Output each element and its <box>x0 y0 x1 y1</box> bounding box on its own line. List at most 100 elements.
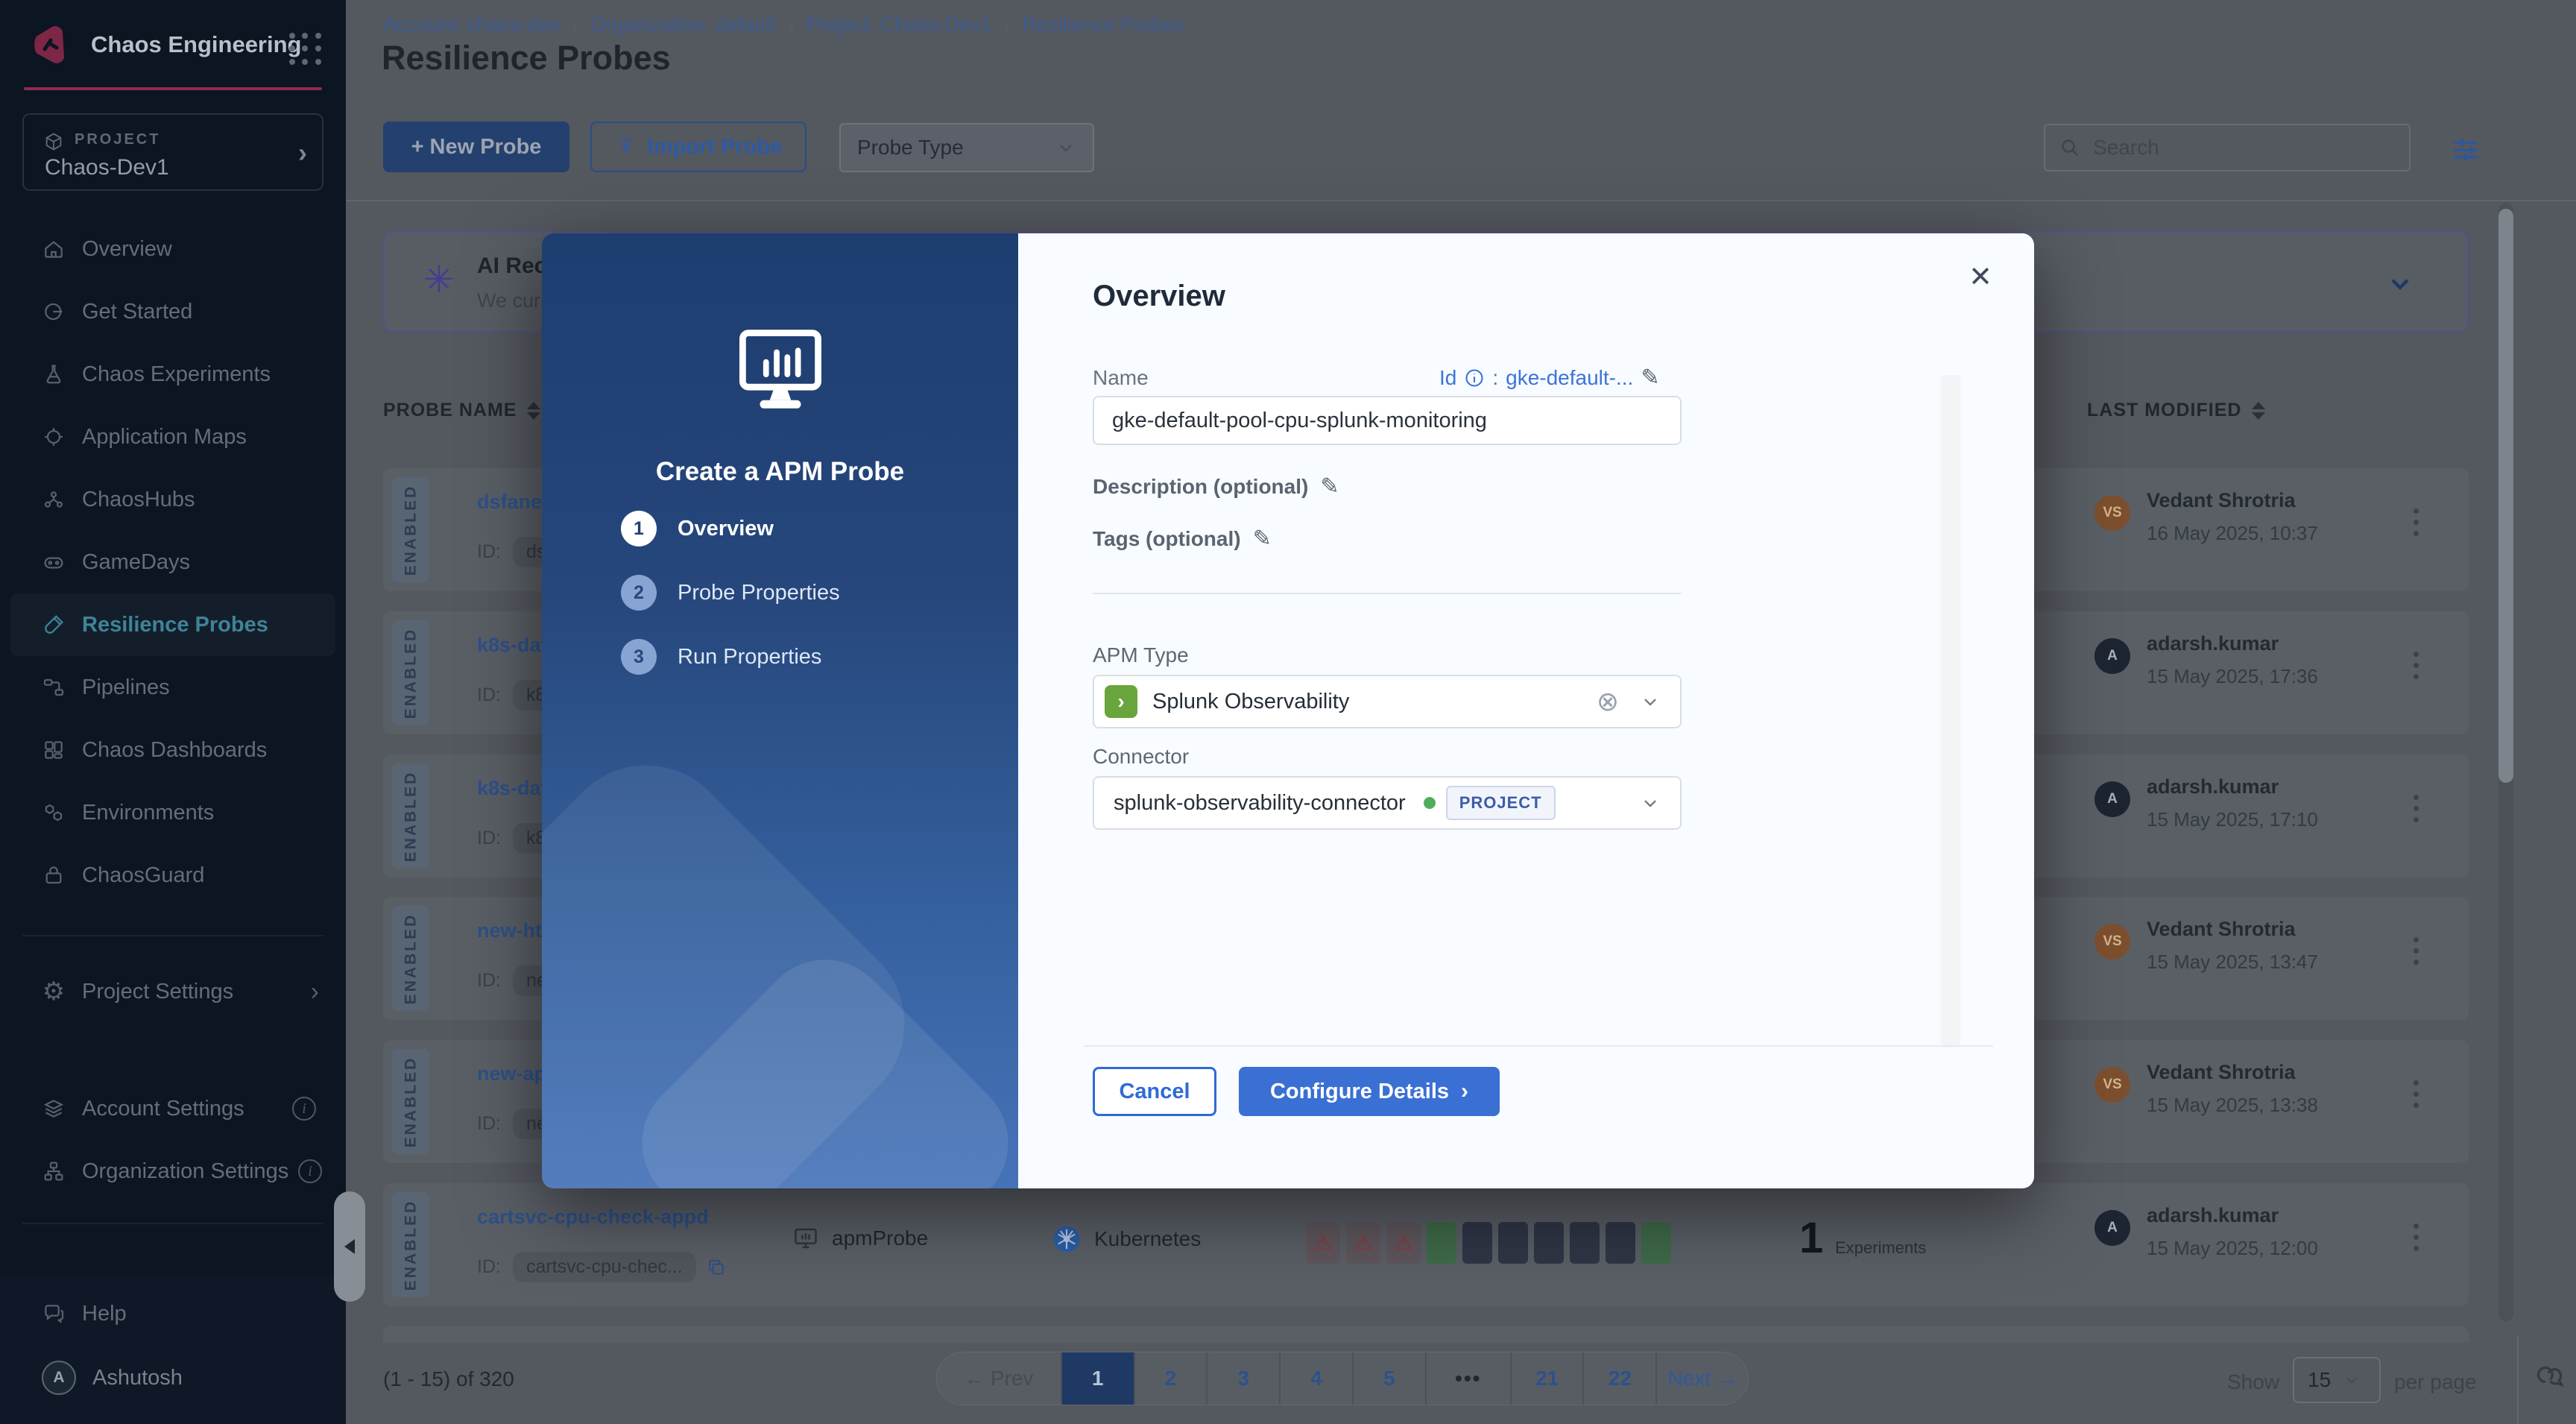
result-pass-cell <box>1641 1222 1671 1264</box>
breadcrumb-account[interactable]: Account: chaos-dev <box>383 13 560 37</box>
sidebar-item-get-started[interactable]: Get Started <box>0 280 346 343</box>
help-chat-icon <box>42 1302 66 1326</box>
edit-icon[interactable]: ✎ <box>1253 526 1272 552</box>
breadcrumb-org[interactable]: Organization: default <box>590 13 776 37</box>
probe-name-link[interactable]: cartsvc-cpu-check-appd <box>477 1206 709 1229</box>
project-name: Chaos-Dev1 <box>45 155 169 180</box>
probe-id: cartsvc-cpu-chec... <box>512 1252 696 1282</box>
sidebar-collapse-handle[interactable] <box>334 1191 365 1302</box>
modified-date: 15 May 2025, 17:10 <box>2147 808 2318 831</box>
home-icon <box>42 237 66 261</box>
page-button-4[interactable]: 4 <box>1279 1352 1352 1405</box>
edit-icon[interactable]: ✎ <box>1641 365 1659 391</box>
step-overview[interactable]: 1 Overview <box>621 511 774 546</box>
cancel-button[interactable]: Cancel <box>1093 1067 1216 1116</box>
configure-details-button[interactable]: Configure Details › <box>1239 1067 1500 1116</box>
chevron-down-icon <box>1640 691 1661 712</box>
row-menu-icon[interactable] <box>2414 795 2419 822</box>
page-size-dropdown[interactable]: 15 <box>2293 1357 2381 1403</box>
probe-name-input[interactable] <box>1093 396 1682 445</box>
sidebar-item-project-settings[interactable]: ⚙ Project Settings › <box>0 960 346 1023</box>
sidebar-item-chaos-experiments[interactable]: Chaos Experiments <box>0 343 346 406</box>
avatar: VS <box>2094 1067 2130 1103</box>
row-menu-icon[interactable] <box>2414 652 2419 679</box>
column-header-probe-name[interactable]: PROBE NAME <box>383 400 541 421</box>
sidebar-item-overview[interactable]: Overview <box>0 218 346 280</box>
status-badge: ENABLED <box>392 1192 429 1297</box>
sort-icon <box>2252 401 2266 420</box>
sidebar-item-application-maps[interactable]: Application Maps <box>0 406 346 468</box>
avatar: A <box>2094 638 2130 674</box>
page-button-1[interactable]: 1 <box>1060 1352 1134 1405</box>
modified-date: 15 May 2025, 13:38 <box>2147 1094 2318 1116</box>
result-fail-cell <box>1462 1222 1492 1264</box>
project-selector[interactable]: PROJECT Chaos-Dev1 › <box>22 113 323 191</box>
name-label: Name <box>1093 366 1149 389</box>
get-started-icon <box>42 300 66 324</box>
user-menu[interactable]: A Ashutosh <box>0 1346 346 1409</box>
sidebar-item-chaoshubs[interactable]: ChaosHubs <box>0 468 346 531</box>
result-pass-cell <box>1427 1222 1456 1264</box>
sidebar-item-pipelines[interactable]: Pipelines <box>0 656 346 719</box>
layers-icon <box>42 1097 66 1121</box>
step-probe-properties[interactable]: 2 Probe Properties <box>621 575 840 611</box>
support-chat-icon[interactable] <box>2531 1358 2569 1396</box>
sidebar-item-resilience-probes[interactable]: Resilience Probes <box>10 593 335 656</box>
row-menu-icon[interactable] <box>2414 1080 2419 1108</box>
sidebar-divider <box>22 935 323 936</box>
next-page-button[interactable]: Next → <box>1655 1352 1748 1405</box>
sidebar-item-organization-settings[interactable]: Organization Settings i <box>0 1140 346 1203</box>
scrollbar-thumb[interactable] <box>2498 209 2513 783</box>
form-scrollbar[interactable] <box>1941 375 1960 1047</box>
clear-icon[interactable]: ⊗ <box>1597 688 1619 715</box>
form-pane: ✕ Overview Name Id : gke-default-... ✎ D… <box>1018 233 2034 1188</box>
probe-id-value[interactable]: gke-default-... <box>1506 366 1633 390</box>
result-fail-cell <box>1570 1222 1600 1264</box>
row-menu-icon[interactable] <box>2414 1223 2419 1251</box>
copy-icon[interactable] <box>707 1258 726 1277</box>
modified-by: adarsh.kumar <box>2147 1204 2279 1226</box>
filter-sliders-icon[interactable] <box>2449 133 2482 166</box>
close-icon[interactable]: ✕ <box>1969 260 1992 294</box>
sidebar-item-chaosguard[interactable]: ChaosGuard <box>0 844 346 907</box>
sidebar-item-gamedays[interactable]: GameDays <box>0 531 346 593</box>
apm-type-select[interactable]: › Splunk Observability ⊗ <box>1093 675 1682 728</box>
sidebar-item-chaos-dashboards[interactable]: Chaos Dashboards <box>0 719 346 781</box>
search-input[interactable] <box>2093 136 2361 160</box>
project-label: PROJECT <box>75 131 161 148</box>
sidebar-footer: Help A Ashutosh <box>0 1275 346 1424</box>
page-button-21[interactable]: 21 <box>1509 1352 1583 1405</box>
import-probe-button[interactable]: Import Probe <box>590 122 806 172</box>
row-menu-icon[interactable] <box>2414 937 2419 965</box>
page-button-5[interactable]: 5 <box>1352 1352 1425 1405</box>
chevron-down-icon[interactable] <box>2385 268 2415 298</box>
step-run-properties[interactable]: 3 Run Properties <box>621 639 821 675</box>
page-button-3[interactable]: 3 <box>1206 1352 1279 1405</box>
page-button-2[interactable]: 2 <box>1133 1352 1207 1405</box>
probe-type-dropdown[interactable]: Probe Type <box>839 123 1094 172</box>
new-probe-button[interactable]: + New Probe <box>383 122 569 172</box>
app-switcher-icon[interactable] <box>289 33 322 66</box>
scrollbar[interactable] <box>2498 203 2513 1321</box>
kubernetes-icon <box>1051 1223 1082 1255</box>
prev-page-button[interactable]: ← Prev <box>937 1352 1061 1405</box>
dashboard-icon <box>42 738 66 762</box>
sidebar-item-help[interactable]: Help <box>0 1282 346 1345</box>
avatar: VS <box>2094 495 2130 531</box>
chevron-right-icon: › <box>310 977 319 1006</box>
modified-date: 15 May 2025, 17:36 <box>2147 665 2318 687</box>
page-button-22[interactable]: 22 <box>1582 1352 1655 1405</box>
sidebar-item-account-settings[interactable]: Account Settings i <box>0 1077 346 1140</box>
row-menu-icon[interactable] <box>2414 508 2419 536</box>
connector-select[interactable]: splunk-observability-connector PROJECT <box>1093 776 1682 830</box>
edit-icon[interactable]: ✎ <box>1320 473 1339 500</box>
experiments-label: Experiments <box>1835 1238 1927 1257</box>
result-warn-cell: ⚠ <box>1346 1222 1380 1264</box>
column-header-last-modified[interactable]: LAST MODIFIED <box>2087 400 2266 421</box>
sidebar-item-environments[interactable]: Environments <box>0 781 346 844</box>
brand-divider <box>24 87 322 90</box>
breadcrumb-project[interactable]: Project: Chaos-Dev1 <box>806 13 992 37</box>
upload-icon <box>615 136 637 158</box>
info-icon: i <box>298 1159 322 1183</box>
table-row[interactable]: ENABLED cartsvc-cpu-check-appd ID: carts… <box>383 1183 2469 1306</box>
